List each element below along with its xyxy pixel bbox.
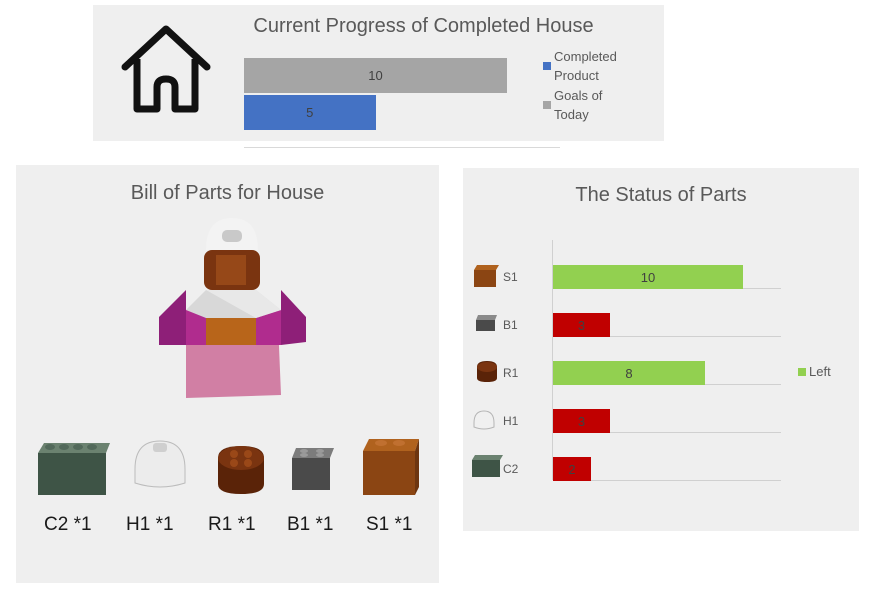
status-bar-label-s1: 10 [640,270,656,285]
part-label-b1: B1 *1 [287,514,334,535]
legend-completed-line2: Product [554,68,599,83]
separator-line [244,147,560,148]
category-label-h1: H1 [503,414,519,428]
legend-label-completed: Completed Product [554,47,617,85]
part-c2-brick-icon [38,443,110,495]
status-bar-label-b1: 3 [577,318,586,333]
legend-swatch-goals [543,101,551,109]
part-label-r1: R1 *1 [208,514,256,535]
progress-chart-title: Current Progress of Completed House [253,15,594,37]
s1-brick-icon [474,265,499,287]
part-r1-round-brick-icon [218,446,264,494]
bill-of-parts-title: Bill of Parts for House [130,182,325,204]
legend-label-left: Left [809,364,831,379]
progress-bar-label-goals: 10 [368,68,383,83]
category-label-b1: B1 [503,318,518,332]
c2-brick-icon [472,455,503,477]
legend-swatch-completed [543,62,551,70]
b1-brick-icon [476,315,497,331]
part-label-c2: C2 *1 [44,514,92,535]
status-of-parts-panel: The Status of Parts S1 B1 R1 H1 C2 10 3 8 3… [463,168,859,531]
status-chart-title: The Status of Parts [575,184,747,206]
r1-round-brick-icon [477,361,497,382]
part-h1-dome-icon [134,440,186,488]
status-bar-label-h1: 3 [577,414,586,429]
status-bar-label-r1: 8 [625,366,633,381]
category-label-s1: S1 [503,270,518,284]
part-label-h1: H1 *1 [126,514,174,535]
bill-of-parts-panel: Bill of Parts for House C2 *1 H1 *1 R1 *… [16,165,439,583]
assembled-house-image [159,218,306,398]
h1-dome-icon [473,410,495,430]
part-s1-brick-icon [363,439,419,495]
legend-completed-line1: Completed [554,49,617,64]
category-label-c2: C2 [503,462,519,476]
status-bar-label-c2: 2 [568,462,576,477]
progress-chart-panel: Current Progress of Completed House 10 5 … [93,5,664,141]
legend-swatch-left [798,368,806,376]
house-icon [121,25,211,113]
category-label-r1: R1 [503,366,519,380]
progress-bar-label-completed: 5 [306,105,314,120]
legend-label-goals: Goals of Today [554,86,602,124]
legend-goals-line1: Goals of [554,88,603,103]
legend-goals-line2: Today [554,107,589,122]
part-label-s1: S1 *1 [366,514,413,535]
part-b1-brick-icon [292,448,334,490]
